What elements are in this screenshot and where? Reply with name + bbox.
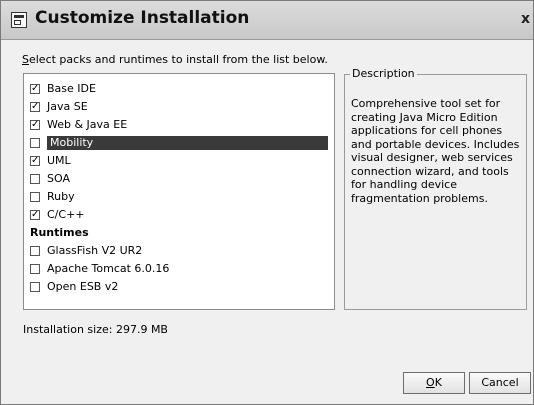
title-bar: Customize Installation x xyxy=(1,1,533,40)
checkmark-icon: ✓ xyxy=(31,155,40,166)
instruction-rest: elect packs and runtimes to install from… xyxy=(28,53,328,66)
instruction-text: Select packs and runtimes to install fro… xyxy=(22,53,328,66)
instruction-mnemonic: S xyxy=(22,53,29,66)
pack-label: Ruby xyxy=(47,190,75,203)
checkbox-soa[interactable] xyxy=(30,174,40,184)
close-icon[interactable]: x xyxy=(521,11,534,27)
checkbox-uml[interactable]: ✓ xyxy=(30,156,40,166)
runtime-item-glassfish[interactable]: GlassFish V2 UR2 xyxy=(30,242,328,260)
checkbox-mobility[interactable] xyxy=(30,138,40,148)
pack-item-base-ide[interactable]: ✓ Base IDE xyxy=(30,80,328,98)
installation-size: Installation size: 297.9 MB xyxy=(23,323,168,336)
runtime-label: Open ESB v2 xyxy=(47,280,119,293)
dialog-title: Customize Installation xyxy=(35,8,250,28)
pack-item-java-se[interactable]: ✓ Java SE xyxy=(30,98,328,116)
pack-item-mobility[interactable]: Mobility xyxy=(30,134,328,152)
checkbox-base-ide[interactable]: ✓ xyxy=(30,84,40,94)
description-legend: Description xyxy=(350,67,417,80)
runtime-label: GlassFish V2 UR2 xyxy=(47,244,143,257)
pack-item-web-java-ee[interactable]: ✓ Web & Java EE xyxy=(30,116,328,134)
customize-installation-dialog: Customize Installation x Select packs an… xyxy=(0,0,534,405)
pack-label: UML xyxy=(47,154,71,167)
ok-mnemonic: O xyxy=(426,376,435,389)
checkmark-icon: ✓ xyxy=(31,101,40,112)
checkbox-c-cpp[interactable]: ✓ xyxy=(30,210,40,220)
pack-label-selected: Mobility xyxy=(47,136,328,150)
runtime-label: Apache Tomcat 6.0.16 xyxy=(47,262,170,275)
description-text: Comprehensive tool set for creating Java… xyxy=(351,97,520,205)
installer-window-icon xyxy=(11,12,27,28)
runtime-item-tomcat[interactable]: Apache Tomcat 6.0.16 xyxy=(30,260,328,278)
pack-label: Base IDE xyxy=(47,82,96,95)
pack-label: Web & Java EE xyxy=(47,118,128,131)
pack-item-uml[interactable]: ✓ UML xyxy=(30,152,328,170)
pack-item-c-cpp[interactable]: ✓ C/C++ xyxy=(30,206,328,224)
ok-rest: K xyxy=(434,376,442,389)
pack-label: C/C++ xyxy=(47,208,85,221)
checkbox-glassfish[interactable] xyxy=(30,246,40,256)
checkbox-tomcat[interactable] xyxy=(30,264,40,274)
pack-item-soa[interactable]: SOA xyxy=(30,170,328,188)
checkmark-icon: ✓ xyxy=(31,209,40,220)
checkbox-web-java-ee[interactable]: ✓ xyxy=(30,120,40,130)
cancel-button[interactable]: Cancel xyxy=(469,372,531,394)
checkbox-java-se[interactable]: ✓ xyxy=(30,102,40,112)
runtime-item-open-esb[interactable]: Open ESB v2 xyxy=(30,278,328,296)
pack-label: SOA xyxy=(47,172,70,185)
checkmark-icon: ✓ xyxy=(31,83,40,94)
ok-button[interactable]: OK xyxy=(403,372,465,394)
checkmark-icon: ✓ xyxy=(31,119,40,130)
checkbox-ruby[interactable] xyxy=(30,192,40,202)
packs-list[interactable]: ✓ Base IDE ✓ Java SE ✓ Web & Java EE Mob… xyxy=(23,73,335,310)
pack-label: Java SE xyxy=(47,100,88,113)
runtimes-heading: Runtimes xyxy=(30,226,89,239)
description-panel: Description Comprehensive tool set for c… xyxy=(344,67,527,310)
checkbox-open-esb[interactable] xyxy=(30,282,40,292)
pack-item-ruby[interactable]: Ruby xyxy=(30,188,328,206)
